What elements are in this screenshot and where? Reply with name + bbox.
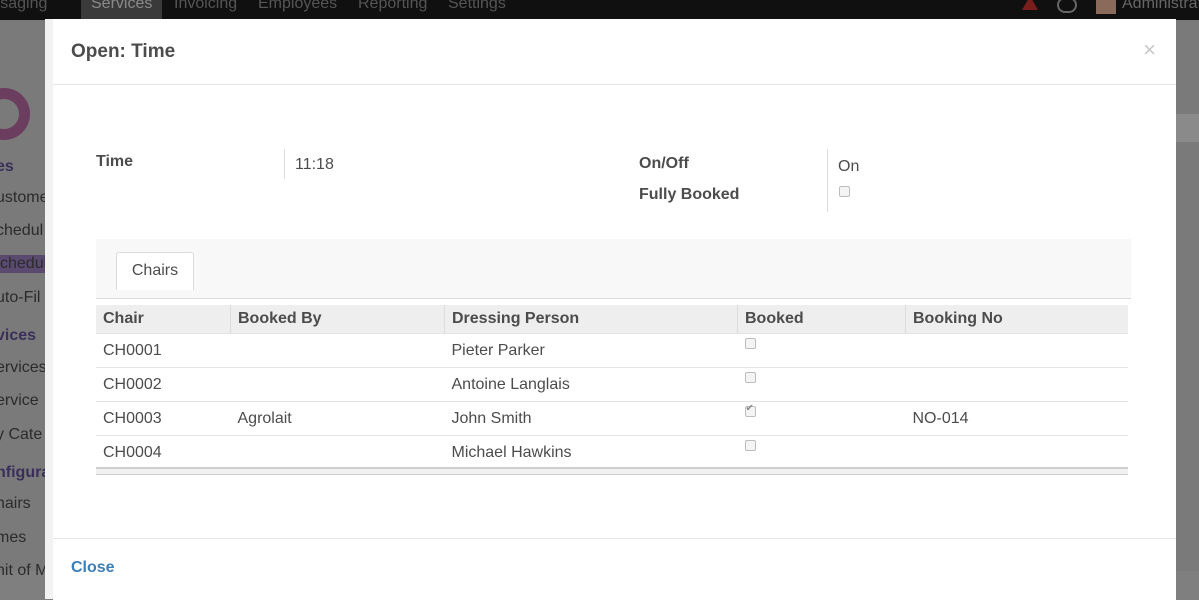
cell-booking-no (905, 435, 1128, 470)
time-value[interactable]: 11:18 (295, 156, 334, 174)
company-logo (0, 88, 30, 140)
menu-settings[interactable]: Settings (448, 0, 506, 13)
column-header-chair[interactable]: Chair (96, 305, 231, 334)
field-separator (827, 149, 828, 212)
cell-dressing-person: Pieter Parker (444, 333, 738, 368)
menu-messaging[interactable]: Messaging (0, 0, 47, 13)
field-separator (284, 149, 285, 179)
cell-booking-no: NO-014 (905, 401, 1128, 436)
sidebar-item[interactable]: hairs (0, 495, 31, 513)
column-header-dressing-person[interactable]: Dressing Person (444, 305, 738, 334)
table-row[interactable]: CH0004 Michael Hawkins (96, 435, 1128, 470)
booked-checkbox[interactable] (744, 439, 756, 451)
sidebar-item[interactable]: mes (0, 529, 26, 547)
cell-booked (737, 435, 906, 470)
cell-dressing-person: John Smith (444, 401, 738, 436)
booked-checkbox[interactable] (744, 403, 756, 417)
modal-header: Open: Time × (53, 19, 1176, 85)
alert-icon[interactable] (1022, 0, 1038, 10)
sidebar-item[interactable]: es (0, 158, 14, 176)
sidebar-item[interactable]: uto-Fil (0, 289, 40, 307)
onoff-value[interactable]: On (838, 158, 859, 176)
sidebar-item[interactable]: chedul (0, 255, 52, 273)
modal-dialog: Open: Time × Time 11:18 On/Off Fully Boo… (45, 19, 1176, 600)
close-button[interactable]: Close (71, 559, 115, 577)
cell-dressing-person: Michael Hawkins (444, 435, 738, 470)
cell-booked-by (230, 435, 445, 470)
sidebar-item[interactable]: ervices (0, 359, 47, 377)
user-name[interactable]: Administrator (1122, 0, 1199, 13)
table-footer (96, 467, 1128, 475)
cell-booked-by (230, 333, 445, 368)
sidebar-item[interactable]: nfigura (0, 464, 50, 482)
cell-booked-by (230, 367, 445, 402)
chat-icon[interactable] (1057, 0, 1077, 13)
sidebar-item[interactable]: nit of M (0, 562, 48, 580)
cell-dressing-person: Antoine Langlais (444, 367, 738, 402)
menu-services[interactable]: Services (81, 0, 163, 20)
cell-booking-no (905, 367, 1128, 402)
table-row[interactable]: CH0002 Antoine Langlais (96, 367, 1128, 402)
cell-chair: CH0001 (96, 333, 231, 368)
table-row[interactable]: CH0003AgrolaitJohn Smith NO-014 (96, 401, 1128, 436)
sidebar-item[interactable]: y Cate (0, 426, 42, 444)
sidebar-item[interactable]: ervice (0, 392, 39, 410)
cell-chair: CH0004 (96, 435, 231, 470)
menu-invoicing[interactable]: Invoicing (174, 0, 237, 13)
booked-checkbox[interactable] (744, 371, 756, 383)
column-header-booked-by[interactable]: Booked By (230, 305, 445, 334)
cell-booking-no (905, 333, 1128, 368)
cell-chair: CH0002 (96, 367, 231, 402)
fully-booked-checkbox[interactable] (839, 186, 850, 197)
top-navbar: Messaging Services Invoicing Employees R… (0, 0, 1199, 20)
avatar[interactable] (1096, 0, 1116, 14)
cell-booked-by: Agrolait (230, 401, 445, 436)
modal-title: Open: Time (71, 41, 176, 62)
chairs-table: Chair Booked By Dressing Person Booked B… (96, 305, 1128, 470)
sidebar-item[interactable]: chedul (0, 222, 43, 240)
table-row[interactable]: CH0001 Pieter Parker (96, 333, 1128, 368)
menu-employees[interactable]: Employees (258, 0, 337, 13)
cell-booked (737, 333, 906, 368)
menu-reporting[interactable]: Reporting (358, 0, 427, 13)
time-label: Time (96, 153, 134, 170)
view-switcher-button[interactable] (1176, 114, 1199, 142)
sidebar-item[interactable]: ustome (0, 189, 48, 207)
column-header-booked[interactable]: Booked (737, 305, 906, 334)
onoff-label: On/Off (639, 155, 689, 172)
tab-chairs[interactable]: Chairs (116, 252, 194, 290)
booked-checkbox[interactable] (744, 337, 756, 349)
sidebar-item[interactable]: vices (0, 327, 36, 345)
cell-booked (737, 367, 906, 402)
fully-booked-label: Fully Booked (639, 186, 740, 203)
close-icon[interactable]: × (1143, 37, 1156, 63)
notebook-tabs: Chairs (96, 239, 1131, 299)
cell-chair: CH0003 (96, 401, 231, 436)
modal-footer: Close (53, 538, 1176, 600)
column-header-booking-no[interactable]: Booking No (905, 305, 1128, 334)
cell-booked (737, 401, 906, 436)
table-header-row: Chair Booked By Dressing Person Booked B… (96, 305, 1128, 334)
